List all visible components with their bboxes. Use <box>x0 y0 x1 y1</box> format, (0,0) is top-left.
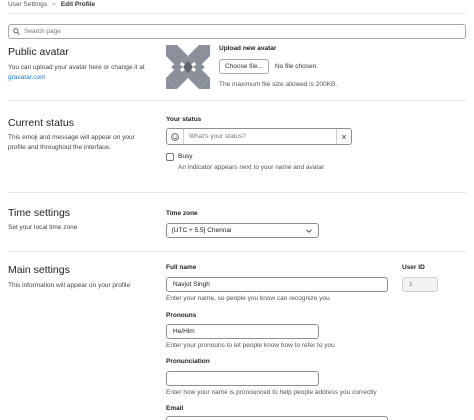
current-status-desc: This emoji and message will appear on yo… <box>8 134 135 151</box>
section-divider <box>8 192 466 193</box>
time-settings-desc: Set your local time zone <box>8 224 78 231</box>
breadcrumb: User Settings > Edit Profile <box>8 1 95 8</box>
status-input-group: What's your status? × <box>166 128 352 145</box>
pronouns-label: Pronouns <box>166 312 197 319</box>
gravatar-link[interactable]: gravatar.com <box>8 74 46 81</box>
search-input[interactable] <box>24 28 444 35</box>
your-status-label: Your status <box>166 116 202 123</box>
public-avatar-desc-text: You can upload your avatar here or chang… <box>8 64 145 71</box>
choose-file-button[interactable]: Choose file... <box>219 59 269 74</box>
email-label: Email <box>166 405 184 412</box>
public-avatar-title: Public avatar <box>8 46 69 58</box>
breadcrumb-separator: > <box>52 1 56 8</box>
identicon-avatar <box>166 45 210 89</box>
email-input[interactable] <box>166 416 388 420</box>
emoji-picker-button[interactable] <box>167 129 184 144</box>
header-divider <box>8 13 466 14</box>
time-zone-select[interactable]: [UTC + 5.5] Chennai <box>166 223 319 238</box>
public-avatar-desc: You can upload your avatar here or chang… <box>8 63 158 83</box>
main-settings-desc: This information will appear on your pro… <box>8 282 131 289</box>
section-divider <box>8 100 466 101</box>
full-name-input[interactable]: Navjot Singh <box>166 277 388 292</box>
pronouns-input[interactable]: He/Him <box>166 324 319 339</box>
breadcrumb-current: Edit Profile <box>60 1 96 8</box>
pronunciation-input[interactable] <box>166 371 319 386</box>
pronouns-help: Enter your pronouns to let people know h… <box>166 342 335 349</box>
main-settings-title: Main settings <box>8 264 70 276</box>
busy-checkbox[interactable] <box>166 153 174 161</box>
busy-label: Busy <box>178 153 193 160</box>
breadcrumb-parent[interactable]: User Settings <box>8 1 47 8</box>
chevron-down-icon <box>306 229 312 233</box>
upload-avatar-label: Upload new avatar <box>219 45 277 52</box>
user-id-field: 1 <box>402 277 438 292</box>
status-message-input[interactable]: What's your status? <box>184 133 336 140</box>
clear-status-button[interactable]: × <box>336 129 351 144</box>
time-zone-value: [UTC + 5.5] Chennai <box>172 227 232 234</box>
full-name-help: Enter your name, so people you know can … <box>166 295 330 302</box>
time-settings-title: Time settings <box>8 207 71 219</box>
pronunciation-help: Enter how your name is pronounced to hel… <box>166 389 377 396</box>
section-divider <box>8 251 466 252</box>
user-id-label: User ID <box>402 264 425 271</box>
full-name-label: Full name <box>166 264 197 271</box>
current-status-title: Current status <box>8 117 74 129</box>
busy-help: An indicator appears next to your name a… <box>178 164 324 171</box>
time-zone-label: Time zone <box>166 210 198 217</box>
pronunciation-label: Pronunciation <box>166 358 210 365</box>
smiley-icon <box>171 132 179 141</box>
search-icon <box>13 28 20 35</box>
search-box[interactable] <box>8 24 466 39</box>
file-status: No file chosen. <box>275 63 318 70</box>
max-size-note: The maximum file size allowed is 200KB. <box>219 81 338 88</box>
